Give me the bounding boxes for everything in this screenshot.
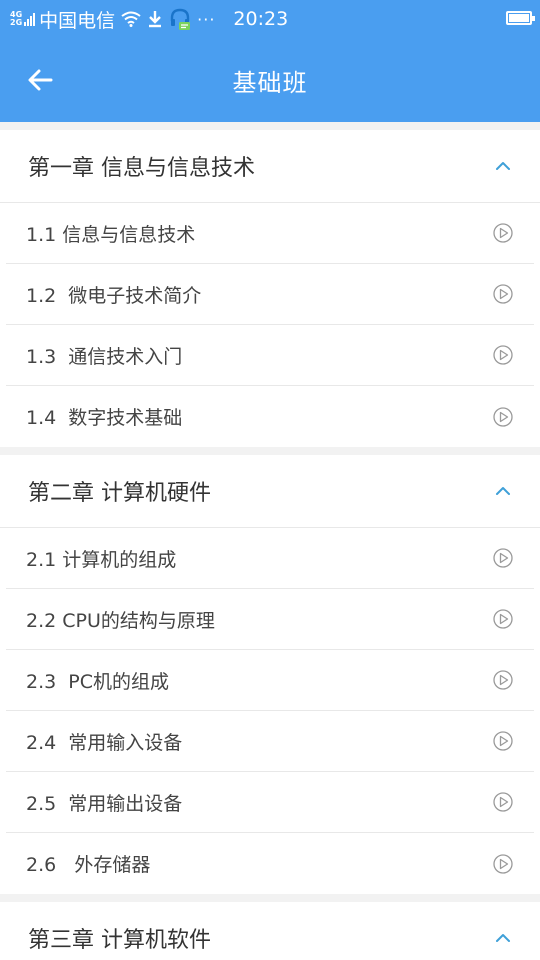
lesson-item[interactable]: 2.3 PC机的组成 — [6, 650, 534, 711]
lesson-title: 2.4 常用输入设备 — [26, 731, 183, 754]
download-icon — [147, 10, 163, 28]
carrier-name: 中国电信 — [39, 9, 116, 32]
lesson-title: 2.3 PC机的组成 — [26, 670, 170, 693]
play-circle-icon[interactable] — [492, 344, 514, 366]
lesson-title: 2.6 外存储器 — [26, 854, 151, 876]
chapter-title: 第二章 计算机硬件 — [28, 481, 211, 506]
play-circle-icon[interactable] — [492, 406, 514, 428]
status-time: 20:23 — [233, 8, 289, 30]
play-circle-icon[interactable] — [492, 791, 514, 813]
app-bar: 基础班 — [0, 38, 540, 122]
play-circle-icon[interactable] — [492, 853, 514, 875]
chapter-section: 第一章 信息与信息技术 1.1 信息与信息技术 1.2 微电子技术简介 1.3 通信技… — [0, 130, 540, 447]
lesson-item[interactable]: 1.1 信息与信息技术 — [6, 203, 534, 264]
lesson-item[interactable]: 2.4 常用输入设备 — [6, 711, 534, 772]
lesson-title: 1.1 信息与信息技术 — [26, 223, 196, 246]
chapter-header[interactable]: 第二章 计算机硬件 — [0, 455, 540, 528]
back-button[interactable] — [20, 60, 60, 100]
chapter-section: 第二章 计算机硬件 2.1 计算机的组成 2.2 CPU的结构与原理 2.3 PC机的… — [0, 455, 540, 894]
lesson-item[interactable]: 2.6 外存储器 — [6, 833, 534, 894]
network-type-indicator: 4G 2G — [10, 11, 22, 27]
lesson-title: 1.2 微电子技术简介 — [26, 284, 202, 307]
play-circle-icon[interactable] — [492, 547, 514, 569]
chapter-section: 第三章 计算机软件 — [0, 902, 540, 960]
lesson-title: 1.4 数字技术基础 — [26, 407, 183, 429]
lesson-item[interactable]: 1.2 微电子技术简介 — [6, 264, 534, 325]
lesson-title: 2.5 常用输出设备 — [26, 792, 183, 815]
chapter-header[interactable]: 第一章 信息与信息技术 — [0, 130, 540, 203]
chevron-up-icon[interactable] — [494, 157, 512, 175]
chapter-title: 第三章 计算机软件 — [28, 928, 211, 953]
lesson-item[interactable]: 1.3 通信技术入门 — [6, 325, 534, 386]
signal-icon — [24, 12, 36, 26]
lesson-item[interactable]: 1.4 数字技术基础 — [6, 386, 534, 447]
play-circle-icon[interactable] — [492, 608, 514, 630]
arrow-left-icon — [28, 69, 53, 91]
lesson-item[interactable]: 2.5 常用输出设备 — [6, 772, 534, 833]
lesson-title: 2.1 计算机的组成 — [26, 548, 177, 571]
play-circle-icon[interactable] — [492, 669, 514, 691]
headset-notification-icon — [169, 8, 191, 30]
chevron-up-icon[interactable] — [494, 929, 512, 947]
lesson-item[interactable]: 2.2 CPU的结构与原理 — [6, 589, 534, 650]
lesson-title: 2.2 CPU的结构与原理 — [26, 609, 215, 632]
network-type-bottom: 2G — [10, 18, 23, 27]
chapter-header[interactable]: 第三章 计算机软件 — [0, 902, 540, 960]
chapter-title: 第一章 信息与信息技术 — [28, 156, 255, 181]
play-circle-icon[interactable] — [492, 730, 514, 752]
status-bar: 4G 2G 中国电信 ··· 20:23 — [0, 0, 540, 38]
lesson-title: 1.3 通信技术入门 — [26, 345, 183, 368]
more-notifications-indicator: ··· — [197, 9, 216, 29]
chapter-list: 第一章 信息与信息技术 1.1 信息与信息技术 1.2 微电子技术简介 1.3 通信技… — [0, 122, 540, 960]
page-title: 基础班 — [232, 68, 308, 97]
play-circle-icon[interactable] — [492, 222, 514, 244]
battery-icon — [506, 11, 535, 25]
play-circle-icon[interactable] — [492, 283, 514, 305]
wifi-icon — [121, 11, 141, 27]
lesson-item[interactable]: 2.1 计算机的组成 — [6, 528, 534, 589]
chevron-up-icon[interactable] — [494, 482, 512, 500]
